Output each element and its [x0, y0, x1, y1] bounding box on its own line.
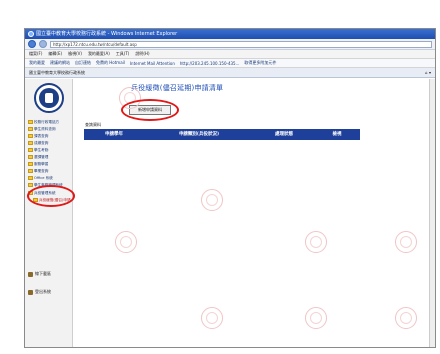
sidebar-item[interactable]: 畢業查詢: [28, 168, 48, 174]
folder-icon: [28, 141, 33, 145]
folder-icon: [28, 148, 33, 152]
menu-bar: 檔案(F) 編輯(E) 檢視(V) 我的最愛(A) 工具(T) 說明(H): [25, 50, 435, 59]
folder-icon: [28, 169, 33, 173]
fav-link[interactable]: 建議的網站: [50, 60, 70, 66]
column-header-year: 申請學年: [105, 132, 123, 137]
download-icon: [28, 271, 33, 277]
query-label: 查詢資料: [85, 122, 101, 127]
sidebar-item[interactable]: Office 系統: [28, 175, 53, 181]
tab-current[interactable]: 國立臺中教育大學校務行政系統: [29, 70, 85, 76]
sidebar-item[interactable]: 選課管理: [28, 154, 48, 160]
watermark-logo: [395, 231, 417, 253]
folder-icon: [28, 120, 33, 124]
column-header-type: 申請類別(兵役狀況): [178, 132, 220, 137]
menu-edit[interactable]: 編輯(E): [48, 51, 62, 57]
sidebar: 校務行政電話方 學生資料查詢 課表查詢 成績查詢 學生考勤 選課管理 服務學習 …: [25, 79, 73, 347]
logout-icon: [28, 289, 33, 295]
download-area-link[interactable]: 線下載區: [28, 271, 51, 277]
watermark-logo: [201, 189, 223, 211]
highlight-annotation: [121, 99, 179, 121]
menu-tools[interactable]: 工具(T): [116, 51, 130, 57]
menu-favorites[interactable]: 我的最愛(A): [88, 51, 110, 57]
folder-icon: [28, 176, 33, 180]
favorites-button[interactable]: 我的最愛: [29, 60, 45, 66]
fav-link[interactable]: 免費的 Hotmail: [96, 60, 125, 66]
folder-icon: [28, 155, 33, 159]
address-bar: http://xp172.ntcu.edu.tw/ntcu/default.as…: [25, 39, 435, 50]
ie-icon: [28, 31, 34, 37]
watermark-logo: [305, 231, 327, 253]
forward-button[interactable]: [39, 40, 47, 48]
scrollbar[interactable]: [429, 79, 435, 347]
watermark-logo: [115, 231, 137, 253]
logout-link[interactable]: 登出系統: [28, 289, 51, 295]
url-input[interactable]: http://xp172.ntcu.edu.tw/ntcu/default.as…: [50, 40, 432, 48]
page-title: 兵役緩徵(儘召延期)申請清單: [131, 84, 224, 92]
browser-window: 國立臺中教育大學校務行政系統 - Windows Internet Explor…: [24, 28, 436, 348]
sidebar-item[interactable]: 服務學習: [28, 161, 48, 167]
fav-link[interactable]: Internet Mail Attention: [130, 61, 175, 66]
sidebar-item[interactable]: 學生資料查詢: [28, 126, 56, 132]
university-logo: [34, 83, 64, 113]
highlight-annotation: [27, 185, 75, 207]
main-area: 兵役緩徵(儘召延期)申請清單 新增申請資料 查詢資料 申請學年 申請類別(兵役狀…: [75, 79, 435, 347]
sidebar-item[interactable]: 課表查詢: [28, 133, 48, 139]
menu-file[interactable]: 檔案(F): [29, 51, 42, 57]
table-header: 申請學年 申請類別(兵役狀況) 處理狀態 檢視: [84, 129, 360, 140]
folder-icon: [28, 183, 33, 187]
folder-icon: [28, 134, 33, 138]
home-icon[interactable]: ⌂ ▾: [425, 70, 431, 75]
watermark-logo: [395, 307, 417, 329]
column-header-status: 處理狀態: [275, 132, 293, 137]
folder-icon: [28, 127, 33, 131]
sidebar-item[interactable]: 學生考勤: [28, 147, 48, 153]
column-header-view: 檢視: [332, 132, 342, 137]
watermark-logo: [201, 307, 223, 329]
watermark-logo: [305, 307, 327, 329]
fav-link[interactable]: 取得更多附加元件: [244, 60, 276, 66]
menu-view[interactable]: 檢視(V): [68, 51, 82, 57]
sidebar-item[interactable]: 成績查詢: [28, 140, 48, 146]
folder-icon: [28, 162, 33, 166]
back-button[interactable]: [28, 40, 36, 48]
sidebar-item[interactable]: 校務行政電話方: [28, 119, 59, 125]
title-bar: 國立臺中教育大學校務行政系統 - Windows Internet Explor…: [25, 29, 435, 39]
fav-link[interactable]: http://203.245.100.150-435...: [180, 61, 240, 66]
window-title: 國立臺中教育大學校務行政系統 - Windows Internet Explor…: [36, 31, 178, 37]
fav-link[interactable]: 自訂連結: [75, 60, 91, 66]
favorites-bar: 我的最愛 建議的網站 自訂連結 免費的 Hotmail Internet Mai…: [25, 59, 435, 68]
page-content: 校務行政電話方 學生資料查詢 課表查詢 成績查詢 學生考勤 選課管理 服務學習 …: [25, 79, 435, 347]
tab-bar: 國立臺中教育大學校務行政系統 ⌂ ▾: [25, 68, 435, 78]
menu-help[interactable]: 說明(H): [135, 51, 149, 57]
